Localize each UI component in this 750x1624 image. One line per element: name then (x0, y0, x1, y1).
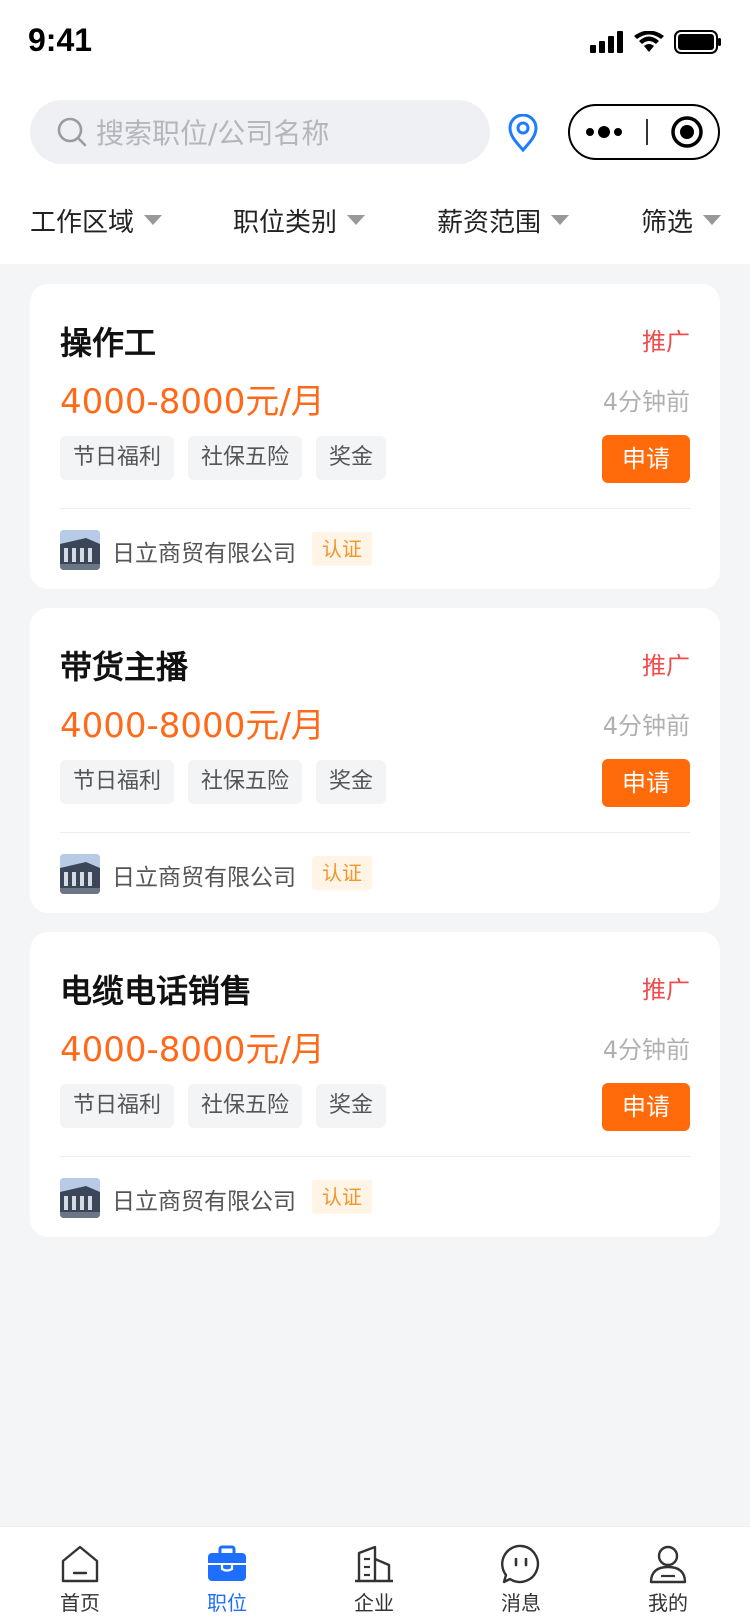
filter-salary[interactable]: 薪资范围 (437, 202, 570, 239)
company-logo (60, 1178, 100, 1218)
caret-down-icon (144, 215, 163, 225)
home-icon (61, 1545, 99, 1583)
more-icon[interactable] (584, 125, 624, 139)
apply-button[interactable]: 申请 (602, 1083, 690, 1131)
divider (60, 1156, 690, 1157)
filter-salary-label: 薪资范围 (437, 207, 542, 238)
benefit-tag: 节日福利 (60, 1084, 175, 1128)
certified-badge: 认证 (312, 532, 372, 566)
job-card[interactable]: 带货主播 推广 4000-8000元/月 4分钟前 节日福利 社保五险 奖金 申… (30, 608, 720, 913)
job-card[interactable]: 操作工 推广 4000-8000元/月 4分钟前 节日福利 社保五险 奖金 申请… (30, 284, 720, 589)
filter-category[interactable]: 职位类别 (233, 202, 366, 239)
promo-badge: 推广 (642, 976, 690, 1004)
post-time: 4分钟前 (602, 388, 690, 416)
benefit-tag: 节日福利 (60, 436, 175, 480)
company-name: 日立商贸有限公司 (112, 865, 296, 891)
certified-badge: 认证 (312, 856, 372, 890)
job-salary: 4000-8000元/月 (60, 706, 325, 746)
job-salary: 4000-8000元/月 (60, 1030, 325, 1070)
company-name: 日立商贸有限公司 (112, 1189, 296, 1215)
tab-messages-label: 消息 (501, 1591, 541, 1615)
benefit-tag: 奖金 (316, 1084, 387, 1128)
tab-home-label: 首页 (60, 1591, 100, 1615)
divider (60, 832, 690, 833)
job-card[interactable]: 电缆电话销售 推广 4000-8000元/月 4分钟前 节日福利 社保五险 奖金… (30, 932, 720, 1237)
tab-companies[interactable]: 企业 (299, 1527, 449, 1624)
capsule-divider (646, 119, 648, 145)
signal-icon (590, 31, 623, 53)
promo-badge: 推广 (642, 328, 690, 356)
tab-jobs[interactable]: 职位 (152, 1527, 302, 1624)
filter-more-label: 筛选 (641, 207, 694, 238)
close-miniprogram-icon[interactable] (670, 115, 704, 149)
divider (60, 508, 690, 509)
filter-bar: 工作区域 职位类别 薪资范围 筛选 (0, 198, 750, 242)
search-icon (57, 117, 87, 147)
filter-more[interactable]: 筛选 (641, 202, 722, 239)
status-time: 9:41 (28, 22, 93, 58)
tab-profile-label: 我的 (648, 1591, 688, 1615)
job-title: 电缆电话销售 (60, 972, 253, 1010)
tab-messages[interactable]: 消息 (446, 1527, 596, 1624)
company-name: 日立商贸有限公司 (112, 541, 296, 567)
benefit-tag: 社保五险 (188, 436, 303, 480)
header-area: 9:41 搜索职位/公司名称 工作区域 职位类别 薪资范围 筛选 (0, 0, 750, 264)
status-icons (590, 30, 722, 54)
chat-icon (501, 1544, 540, 1584)
company-logo (60, 854, 100, 894)
benefit-tag: 节日福利 (60, 760, 175, 804)
benefit-tag: 社保五险 (188, 760, 303, 804)
location-pin-icon[interactable] (506, 114, 540, 152)
certified-badge: 认证 (312, 1180, 372, 1214)
tab-profile[interactable]: 我的 (593, 1527, 743, 1624)
post-time: 4分钟前 (602, 712, 690, 740)
tab-home[interactable]: 首页 (5, 1527, 155, 1624)
search-bar[interactable]: 搜索职位/公司名称 (30, 100, 490, 164)
battery-icon (674, 30, 721, 54)
promo-badge: 推广 (642, 652, 690, 680)
benefit-tag: 社保五险 (188, 1084, 303, 1128)
tab-companies-label: 企业 (354, 1591, 394, 1615)
benefit-tag: 奖金 (316, 760, 387, 804)
caret-down-icon (703, 215, 722, 225)
filter-category-label: 职位类别 (233, 207, 338, 238)
filter-area[interactable]: 工作区域 (30, 202, 163, 239)
benefit-tag: 奖金 (316, 436, 387, 480)
filter-area-label: 工作区域 (30, 207, 135, 238)
job-title: 带货主播 (60, 648, 189, 686)
caret-down-icon (347, 215, 366, 225)
wifi-icon (634, 31, 664, 52)
briefcase-icon (208, 1545, 246, 1581)
benefit-tags: 节日福利 社保五险 奖金 (60, 436, 387, 480)
benefit-tags: 节日福利 社保五险 奖金 (60, 1084, 387, 1128)
company-logo (60, 530, 100, 570)
job-title: 操作工 (60, 324, 157, 362)
caret-down-icon (551, 215, 570, 225)
job-salary: 4000-8000元/月 (60, 382, 325, 422)
user-icon (649, 1545, 687, 1584)
tab-jobs-label: 职位 (207, 1591, 247, 1615)
benefit-tags: 节日福利 社保五险 奖金 (60, 760, 387, 804)
apply-button[interactable]: 申请 (602, 435, 690, 483)
building-icon (355, 1545, 393, 1583)
miniprogram-capsule (568, 104, 720, 160)
post-time: 4分钟前 (602, 1036, 690, 1064)
search-input[interactable]: 搜索职位/公司名称 (96, 112, 329, 152)
tab-bar: 首页 职位 企业 消息 我的 (0, 1526, 750, 1624)
apply-button[interactable]: 申请 (602, 759, 690, 807)
